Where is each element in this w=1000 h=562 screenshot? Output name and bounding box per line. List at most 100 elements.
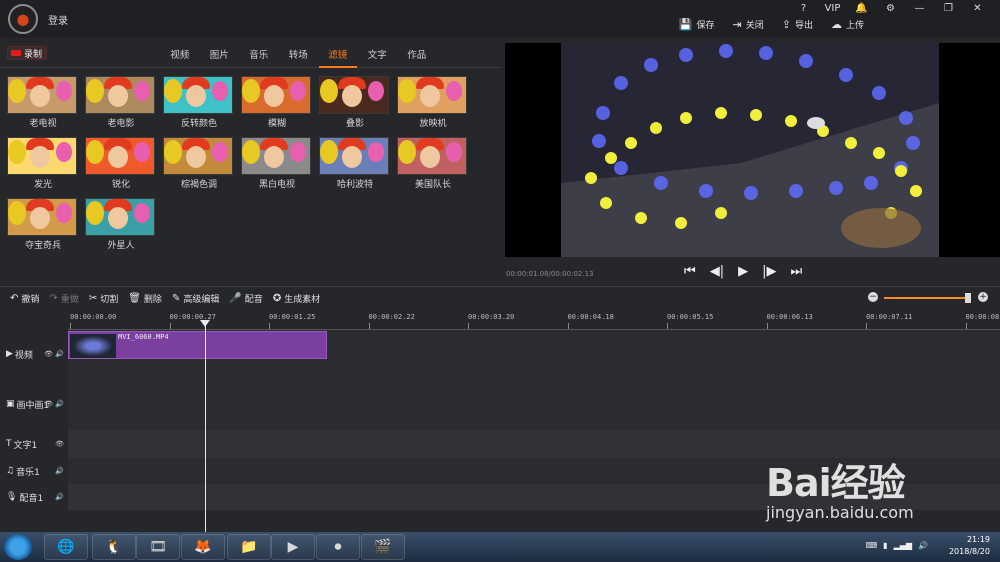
tabs-divider <box>0 67 500 68</box>
track-toggle-icons[interactable]: 👁 🔊 <box>44 350 64 358</box>
toolbar-label: 生成素材 <box>284 294 321 305</box>
ruler-tick <box>70 323 71 329</box>
taskbar-app-video-editor-icon[interactable]: 🎬 <box>361 534 405 560</box>
keyboard-icon[interactable]: ⌨ <box>866 541 878 550</box>
track-toggle-icons[interactable]: 👁 🔊 <box>44 400 64 408</box>
save-button[interactable]: 💾 保存 <box>679 18 715 31</box>
avatar[interactable] <box>8 4 38 34</box>
ruler-tick-label: 00:00:05.15 <box>667 313 714 321</box>
filter-item[interactable]: 反转颜色 <box>163 76 235 131</box>
window-control-3[interactable]: ⚙ <box>876 2 905 16</box>
music-track-header[interactable]: ♫ 音乐1 🔊 <box>0 458 68 484</box>
start-button[interactable] <box>4 534 32 560</box>
track-toggle-icons[interactable]: 🔊 <box>55 467 64 475</box>
taskbar-app-recorder-icon[interactable]: ⏺ <box>316 534 360 560</box>
text-track-header[interactable]: T 文字1 👁 <box>0 430 68 458</box>
filter-label: 夺宝奇兵 <box>24 241 61 251</box>
video-track-header[interactable]: ▶ 视频 👁 🔊 <box>0 330 68 378</box>
taskbar-app-qq-icon[interactable]: 🐧 <box>92 534 136 560</box>
track-toggle-icons[interactable]: 👁 <box>55 440 64 448</box>
filter-item[interactable]: 叠影 <box>319 76 391 131</box>
filter-thumbnail <box>85 76 155 114</box>
preview-panel <box>505 43 1000 257</box>
tab-4[interactable]: 滤镜 <box>318 47 358 61</box>
zoom-slider[interactable]: − + <box>868 292 988 303</box>
filter-item[interactable]: 模糊 <box>241 76 313 131</box>
record-button[interactable]: 录制 <box>7 46 47 60</box>
tab-2[interactable]: 音乐 <box>239 47 279 61</box>
filter-thumbnail <box>85 198 155 236</box>
filter-item[interactable]: 美国队长 <box>397 137 469 192</box>
tab-5[interactable]: 文字 <box>358 47 398 61</box>
zoom-in-icon[interactable]: + <box>978 292 988 302</box>
filter-label: 美国队长 <box>414 180 451 190</box>
close-button[interactable]: ⇥ 关闭 <box>733 18 764 31</box>
playhead-marker[interactable] <box>200 320 210 327</box>
zoom-handle[interactable] <box>964 293 971 303</box>
filter-item[interactable]: 夺宝奇兵 <box>7 198 79 253</box>
prev-frame-icon[interactable]: ◀| <box>710 264 724 279</box>
tab-3[interactable]: 转场 <box>279 47 319 61</box>
toolbar-label: 高级编辑 <box>183 294 220 305</box>
login-link[interactable]: 登录 <box>48 12 68 27</box>
filter-item[interactable]: 锐化 <box>85 137 157 192</box>
tab-6[interactable]: 作品 <box>397 47 437 61</box>
filter-thumbnail <box>241 76 311 114</box>
export-button[interactable]: ⇪ 导出 <box>782 18 813 31</box>
filter-thumbnail <box>7 137 77 175</box>
filter-item[interactable]: 黑白电视 <box>241 137 313 192</box>
network-icon[interactable]: ▂▄▆ <box>894 541 912 550</box>
mic-button[interactable]: 🎤 配音 <box>229 292 262 305</box>
window-control-0[interactable]: ? <box>789 2 818 16</box>
filter-label: 黑白电视 <box>258 180 295 190</box>
skip-to-end-icon[interactable]: ⏭ <box>790 264 802 279</box>
filter-item[interactable]: 老电视 <box>7 76 79 131</box>
ruler-tick <box>766 323 768 329</box>
panel-divider[interactable] <box>0 286 1000 287</box>
redo-icon: ↷ <box>49 292 58 304</box>
zoom-track[interactable] <box>884 297 968 299</box>
battery-icon[interactable]: ▮ <box>883 541 887 550</box>
clip-thumbnail <box>70 334 116 358</box>
taskbar-app-editor-icon[interactable]: ▶ <box>271 534 315 560</box>
play-icon[interactable]: ▶ <box>738 264 748 279</box>
next-frame-icon[interactable]: |▶ <box>762 264 776 279</box>
taskbar-app-firefox-icon[interactable]: 🦊 <box>181 534 225 560</box>
undo-button[interactable]: ↶ 撤销 <box>10 292 39 305</box>
pip-track-header[interactable]: ▣ 画中画1 👁 🔊 <box>0 378 68 430</box>
skip-to-start-icon[interactable]: ⏮ <box>684 264 696 279</box>
material-button[interactable]: ✪ 生成素材 <box>273 292 320 305</box>
volume-icon[interactable]: 🔊 <box>918 541 928 550</box>
window-control-5[interactable]: ❐ <box>934 2 963 16</box>
text-track-icon: T <box>6 439 12 449</box>
filter-item[interactable]: 放映机 <box>397 76 469 131</box>
redo-button[interactable]: ↷ 重做 <box>49 292 78 305</box>
video-clip[interactable]: MVI_6060.MP4 <box>68 331 327 359</box>
upload-button[interactable]: ☁ 上传 <box>831 18 864 31</box>
filter-item[interactable]: 外星人 <box>85 198 157 253</box>
taskbar-app-explorer-icon[interactable]: 📁 <box>227 534 271 560</box>
delete-button[interactable]: 🗑 删除 <box>128 292 162 305</box>
filter-thumbnail <box>7 76 77 114</box>
window-control-2[interactable]: 🔔 <box>847 2 876 16</box>
tab-1[interactable]: 图片 <box>200 47 240 61</box>
filter-item[interactable]: 发光 <box>7 137 79 192</box>
filter-item[interactable]: 哈利波特 <box>319 137 391 192</box>
zoom-out-icon[interactable]: − <box>868 292 878 302</box>
window-control-6[interactable]: ✕ <box>963 2 992 16</box>
taskbar-app-media-icon[interactable]: 🎞 <box>136 534 180 560</box>
filter-item[interactable]: 棕褐色调 <box>163 137 235 192</box>
filter-item[interactable]: 老电影 <box>85 76 157 131</box>
preview-timecode: 00:00:01.08/00:00:02.13 <box>506 270 594 278</box>
window-control-4[interactable]: — <box>905 2 934 16</box>
advanced-edit-button[interactable]: ✎ 高级编辑 <box>172 292 219 305</box>
voiceover-track-header[interactable]: 🎙 配音1 🔊 <box>0 484 68 510</box>
track-toggle-icons[interactable]: 🔊 <box>55 493 64 501</box>
playhead-line[interactable] <box>205 320 206 532</box>
track-lane[interactable] <box>68 378 1000 430</box>
taskbar-app-browser-icon[interactable]: 🌐 <box>44 534 88 560</box>
action-label: 上传 <box>845 21 864 31</box>
window-control-1[interactable]: VIP <box>818 2 847 16</box>
tab-0[interactable]: 视频 <box>160 47 200 61</box>
cut-button[interactable]: ✂ 切割 <box>89 292 118 305</box>
